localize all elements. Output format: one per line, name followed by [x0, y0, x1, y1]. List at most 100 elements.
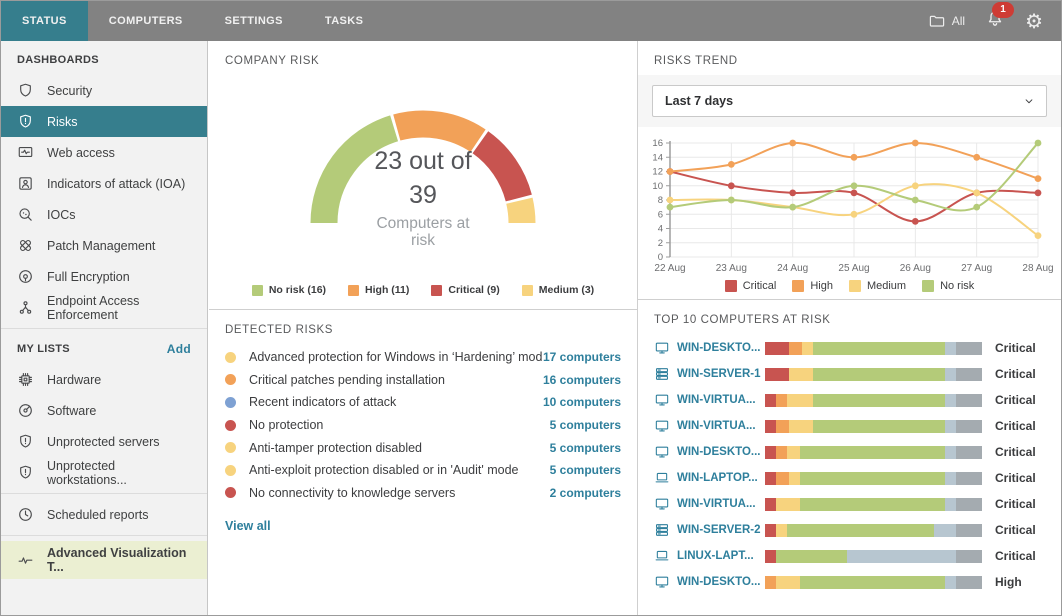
computer-name-link[interactable]: WIN-DESKTO... — [677, 342, 765, 354]
risk-label: Anti-exploit protection disabled or in '… — [249, 463, 550, 477]
bar-segment-ok — [813, 420, 945, 433]
computers-count-link[interactable]: 2 computers — [550, 486, 621, 500]
computer-name-link[interactable]: WIN-SERVER-1 — [677, 368, 765, 380]
shield-alert-icon — [17, 433, 34, 450]
sidebar-item-label: Indicators of attack (IOA) — [47, 177, 185, 191]
sidebar-item-security[interactable]: Security — [1, 75, 207, 106]
time-range-select[interactable]: Last 7 days — [652, 85, 1047, 117]
notifications-button[interactable]: 1 — [985, 9, 1005, 34]
sidebar-item-label: Unprotected servers — [47, 435, 160, 449]
detected-risk-row: Anti-exploit protection disabled or in '… — [209, 459, 637, 482]
software-icon — [17, 402, 34, 419]
computer-name-link[interactable]: WIN-VIRTUA... — [677, 498, 765, 510]
company-risk-legend: No risk (16)High (11)Critical (9)Medium … — [209, 284, 637, 296]
risk-label: No connectivity to knowledge servers — [249, 486, 550, 500]
computer-name-link[interactable]: WIN-DESKTO... — [677, 576, 765, 588]
computer-name-link[interactable]: WIN-VIRTUA... — [677, 420, 765, 432]
computer-name-link[interactable]: WIN-SERVER-2 — [677, 524, 765, 536]
endpoint-access-icon — [17, 299, 34, 316]
sidebar-item-scheduled-reports[interactable]: Scheduled reports — [1, 499, 207, 530]
computers-count-link[interactable]: 16 computers — [543, 373, 621, 387]
risk-level-label: Critical — [995, 419, 1045, 433]
bar-segment-ok — [800, 472, 945, 485]
sidebar-item-advanced-visualization-t[interactable]: Advanced Visualization T... — [1, 541, 207, 579]
sidebar-item-unprotected-workstations[interactable]: Unprotected workstations... — [1, 457, 207, 488]
severity-dot — [225, 374, 236, 385]
computer-filter-button[interactable]: All — [928, 12, 965, 30]
tab-settings[interactable]: SETTINGS — [204, 1, 304, 41]
sidebar-item-label: Web access — [47, 146, 115, 160]
bar-segment-medium — [802, 342, 813, 355]
computers-count-link[interactable]: 5 computers — [550, 441, 621, 455]
bar-segment-na — [956, 498, 982, 511]
risks-trend-chart: 024681012141622 Aug23 Aug24 Aug25 Aug26 … — [640, 137, 1054, 277]
risk-level-label: Critical — [995, 471, 1045, 485]
sidebar-item-iocs[interactable]: IOCs — [1, 199, 207, 230]
shield-alert-icon — [17, 113, 34, 130]
sidebar-item-patch-management[interactable]: Patch Management — [1, 230, 207, 261]
tab-computers[interactable]: COMPUTERS — [88, 1, 204, 41]
sidebar-item-full-encryption[interactable]: Full Encryption — [1, 261, 207, 292]
sidebar-item-web-access[interactable]: Web access — [1, 137, 207, 168]
sidebar-item-risks[interactable]: Risks — [1, 106, 207, 137]
computer-name-link[interactable]: WIN-VIRTUA... — [677, 394, 765, 406]
bar-segment-unknown — [945, 420, 956, 433]
risk-level-label: Critical — [995, 367, 1045, 381]
detected-risk-row: No connectivity to knowledge servers2 co… — [209, 482, 637, 505]
bar-segment-ok — [813, 342, 945, 355]
computer-name-link[interactable]: WIN-DESKTO... — [677, 446, 765, 458]
legend-item: No risk — [922, 280, 974, 292]
tab-status[interactable]: STATUS — [1, 1, 88, 41]
company-risk-title: COMPANY RISK — [209, 41, 637, 67]
view-all-link[interactable]: View all — [225, 519, 271, 533]
bar-segment-high — [765, 576, 776, 589]
computers-count-link[interactable]: 17 computers — [543, 350, 621, 364]
bar-segment-critical — [765, 368, 789, 381]
computer-row: WIN-DESKTO...Critical — [654, 335, 1045, 361]
sidebar-item-unprotected-servers[interactable]: Unprotected servers — [1, 426, 207, 457]
bar-segment-ok — [776, 550, 848, 563]
time-range-value: Last 7 days — [665, 94, 733, 108]
desktop-icon — [654, 444, 670, 460]
encryption-icon — [17, 268, 34, 285]
legend-label: No risk — [940, 280, 974, 292]
top-computers-list: WIN-DESKTO...CriticalWIN-SERVER-1Critica… — [638, 335, 1061, 595]
nav-tabs: STATUSCOMPUTERSSETTINGSTASKS — [1, 1, 384, 41]
gear-icon[interactable]: ⚙ — [1025, 11, 1043, 31]
bar-segment-unknown — [945, 394, 956, 407]
sidebar-item-indicators-of-attack-ioa[interactable]: Indicators of attack (IOA) — [1, 168, 207, 199]
risk-level-label: Critical — [995, 497, 1045, 511]
gauge-center-text: 23 out of 39 Computers at risk — [333, 145, 513, 250]
legend-swatch — [252, 285, 263, 296]
bar-segment-medium — [776, 576, 800, 589]
bar-segment-na — [956, 576, 982, 589]
svg-text:4: 4 — [658, 224, 663, 235]
risks-trend-title: RISKS TREND — [638, 41, 1061, 67]
computers-count-link[interactable]: 5 computers — [550, 418, 621, 432]
computers-count-link[interactable]: 5 computers — [550, 463, 621, 477]
detected-risks-list: Advanced protection for Windows in ‘Hard… — [209, 346, 637, 504]
bar-segment-na — [956, 420, 982, 433]
risk-distribution-bar — [765, 524, 982, 537]
filter-label: All — [952, 14, 965, 28]
bar-segment-ok — [787, 524, 935, 537]
computer-name-link[interactable]: LINUX-LAPT... — [677, 550, 765, 562]
bar-segment-critical — [765, 472, 776, 485]
legend-label: Critical (9) — [448, 284, 499, 296]
detected-risks-panel: DETECTED RISKS Advanced protection for W… — [209, 310, 637, 615]
computer-row: WIN-VIRTUA... Critical — [654, 491, 1045, 517]
bar-segment-high — [789, 342, 802, 355]
detected-risk-row: Critical patches pending installation16 … — [209, 369, 637, 392]
computer-name-link[interactable]: WIN-LAPTOP... — [677, 472, 765, 484]
add-list-link[interactable]: Add — [167, 342, 191, 356]
sidebar-item-label: Software — [47, 404, 96, 418]
risk-label: Advanced protection for Windows in ‘Hard… — [249, 350, 543, 364]
time-range-band: Last 7 days — [638, 75, 1061, 127]
sidebar-item-hardware[interactable]: Hardware — [1, 364, 207, 395]
sidebar-item-endpoint-access-enforcement[interactable]: Endpoint Access Enforcement — [1, 292, 207, 323]
computers-count-link[interactable]: 10 computers — [543, 395, 621, 409]
risk-label: Anti-tamper protection disabled — [249, 441, 550, 455]
tab-tasks[interactable]: TASKS — [304, 1, 384, 41]
shield-icon — [17, 82, 34, 99]
sidebar-item-software[interactable]: Software — [1, 395, 207, 426]
